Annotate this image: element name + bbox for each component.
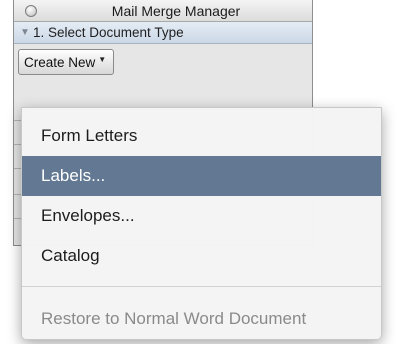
- menu-item-catalog[interactable]: Catalog: [22, 236, 381, 276]
- menu-item-restore-normal-document: Restore to Normal Word Document: [41, 309, 307, 328]
- menu-item-form-letters[interactable]: Form Letters: [22, 116, 381, 156]
- create-new-button[interactable]: Create New ▼: [18, 49, 115, 75]
- create-new-label: Create New: [24, 54, 96, 70]
- disclosure-triangle-icon[interactable]: ▼: [20, 27, 30, 38]
- window-title: Mail Merge Manager: [111, 3, 241, 19]
- section-title: 1. Select Document Type: [33, 25, 184, 40]
- create-new-menu: Form Letters Labels... Envelopes... Cata…: [21, 107, 382, 340]
- menu-separator: [22, 286, 381, 287]
- menu-item-labels[interactable]: Labels...: [22, 156, 381, 196]
- menu-item-envelopes[interactable]: Envelopes...: [22, 196, 381, 236]
- section-select-document-type[interactable]: ▼ 1. Select Document Type: [14, 22, 312, 44]
- dropdown-caret-icon: ▼: [98, 55, 107, 64]
- window-titlebar[interactable]: Mail Merge Manager: [14, 0, 312, 22]
- screen: Mail Merge Manager ▼ 1. Select Document …: [0, 0, 396, 344]
